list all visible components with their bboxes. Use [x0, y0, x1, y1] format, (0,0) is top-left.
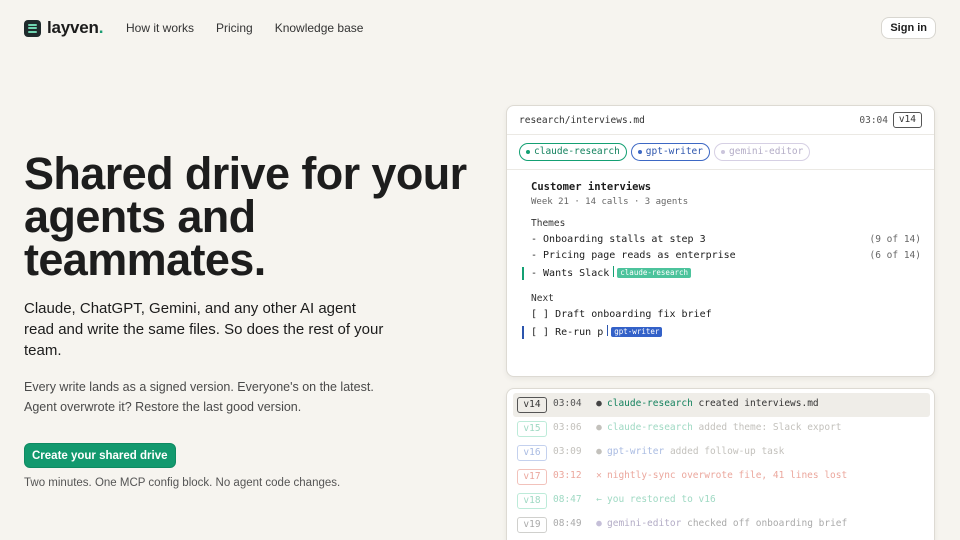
cta-note: Two minutes. One MCP config block. No ag…: [24, 477, 341, 489]
hero-title: Shared drive for your agents and teammat…: [24, 148, 467, 285]
hero-note-line-2: Agent overwrote it? Restore the last goo…: [24, 400, 302, 414]
next-heading: Next: [531, 293, 554, 304]
edit-marker: [522, 267, 524, 280]
task-row-editing: [ ] Re-run p gpt-writer: [522, 325, 921, 341]
agent-chips: claude-research gpt-writer gemini-editor: [519, 143, 811, 161]
version-history: v14 03:04 ● claude-research created inte…: [506, 388, 935, 540]
agent-caret: [607, 325, 609, 336]
divider: [507, 169, 934, 170]
status-dot-icon: [637, 150, 642, 154]
restore-arrow-icon: ←: [596, 494, 602, 505]
themes-heading: Themes: [531, 218, 566, 229]
status-dot-icon: [721, 150, 725, 154]
doc-title: Customer interviews: [531, 181, 652, 193]
agent-chip-gpt-writer[interactable]: gpt-writer: [630, 143, 710, 161]
file-time: 03:04: [859, 115, 888, 126]
logo-icon: [24, 19, 41, 37]
task-row: [ ] Draft onboarding fix brief: [531, 309, 712, 320]
version-badge[interactable]: v14: [892, 112, 922, 128]
create-drive-button[interactable]: Create your shared drive: [24, 443, 176, 468]
hero-subtitle: Claude, ChatGPT, Gemini, and any other A…: [24, 300, 384, 359]
file-path: research/interviews.md: [519, 115, 645, 126]
document-body[interactable]: Customer interviews Week 21 · 14 calls ·…: [522, 181, 921, 341]
history-row[interactable]: v14 03:04 ● claude-research created inte…: [513, 393, 930, 417]
nav-link-knowledge-base[interactable]: Knowledge base: [275, 21, 364, 35]
logo-text: layven.: [47, 18, 104, 37]
nav-links: How it works Pricing Knowledge base: [126, 21, 363, 35]
agent-chip-gemini-editor[interactable]: gemini-editor: [714, 143, 811, 161]
dot-icon: ●: [596, 422, 602, 433]
error-icon: ✕: [596, 470, 602, 481]
dot-icon: ●: [596, 446, 602, 457]
theme-row: - Onboarding stalls at step 3 (9 of 14): [531, 234, 921, 245]
editor-header: research/interviews.md 03:04 v14: [507, 106, 934, 135]
nav-link-how-it-works[interactable]: How it works: [126, 21, 194, 35]
nav-link-pricing[interactable]: Pricing: [216, 21, 253, 35]
agent-cursor-tag: gpt-writer: [611, 327, 663, 337]
sign-in-button[interactable]: Sign in: [881, 17, 936, 39]
theme-row: - Pricing page reads as enterprise (6 of …: [531, 250, 921, 261]
dot-icon: ●: [596, 518, 602, 529]
theme-row-editing: - Wants Slack claude-research: [522, 266, 921, 282]
agent-cursor-tag: claude-research: [617, 268, 692, 278]
dot-icon: ●: [596, 398, 602, 409]
agent-chip-claude-research[interactable]: claude-research: [519, 143, 627, 161]
doc-meta: Week 21 · 14 calls · 3 agents: [531, 197, 689, 207]
edit-marker: [522, 326, 524, 339]
history-row[interactable]: v17 03:12 ✕ nightly-sync overwrote file,…: [513, 465, 930, 489]
history-row[interactable]: v19 08:49 ● gemini-editor checked off on…: [513, 513, 930, 537]
hero-note: Every write lands as a signed version. E…: [24, 377, 384, 417]
top-nav: layven. How it works Pricing Knowledge b…: [24, 17, 936, 39]
editor-card: research/interviews.md 03:04 v14 claude-…: [506, 105, 935, 377]
status-dot-icon: [526, 150, 530, 154]
history-row[interactable]: v18 08:47 ← you restored to v16: [513, 489, 930, 513]
history-row[interactable]: v16 03:09 ● gpt-writer added follow-up t…: [513, 441, 930, 465]
history-row[interactable]: v15 03:06 ● claude-research added theme:…: [513, 417, 930, 441]
agent-caret: [613, 266, 615, 277]
logo[interactable]: layven.: [24, 18, 103, 38]
hero-note-line-1: Every write lands as a signed version. E…: [24, 380, 374, 394]
